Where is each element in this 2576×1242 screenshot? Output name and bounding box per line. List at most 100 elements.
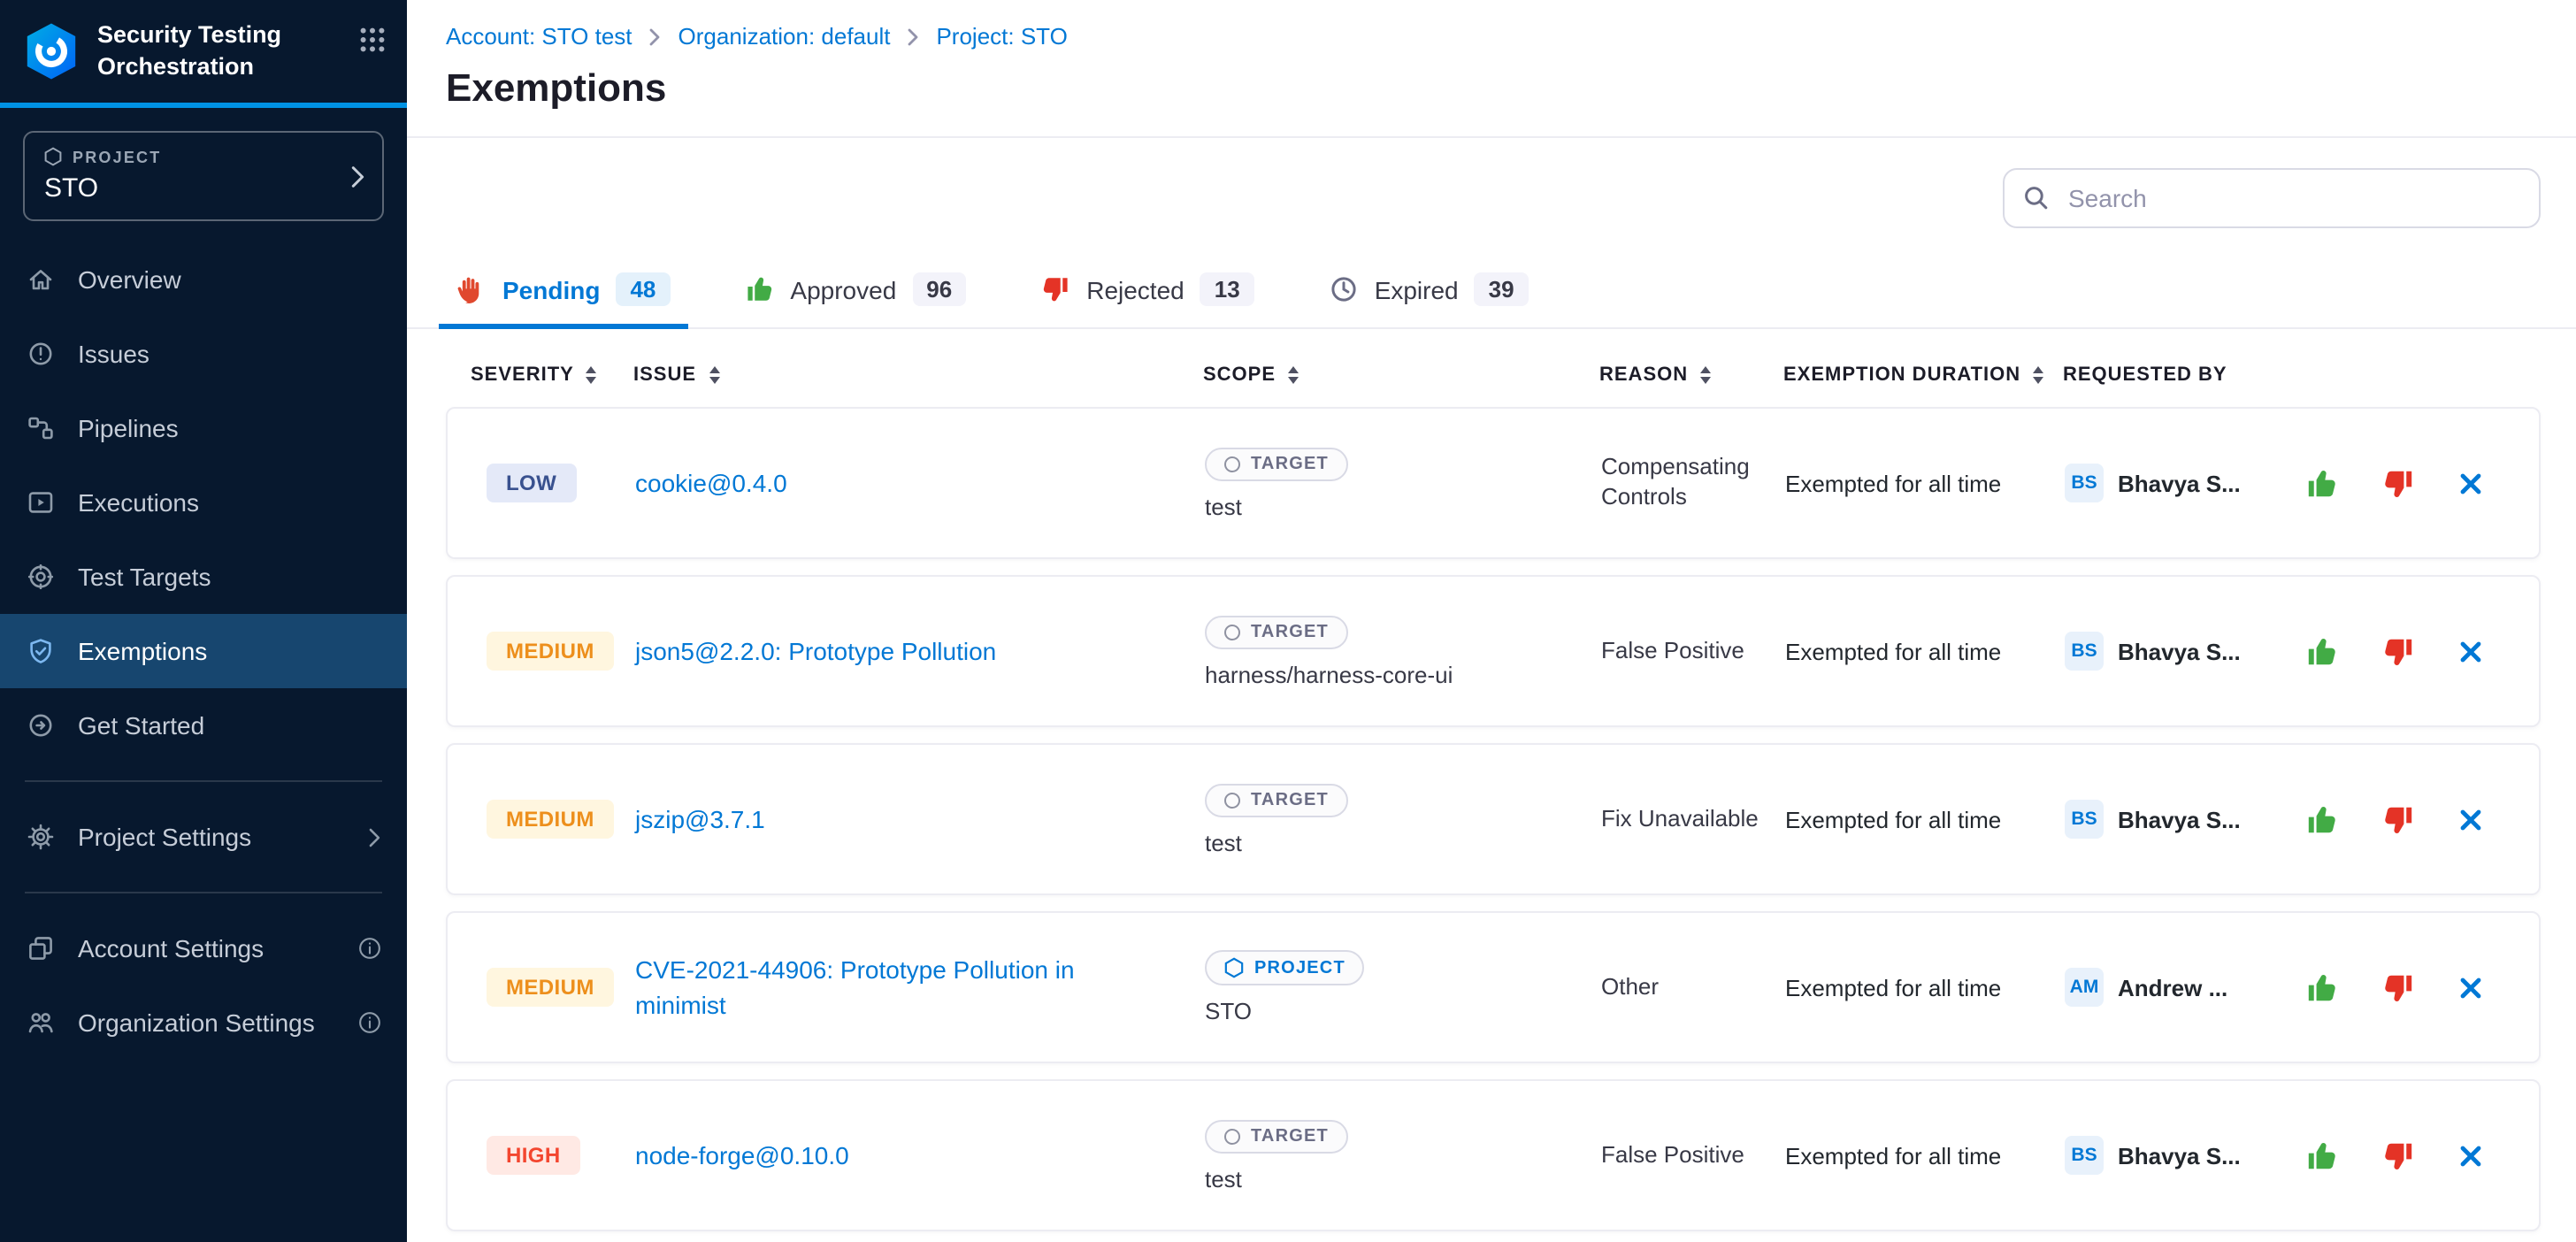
table-row: MEDIUM CVE-2021-44906: Prototype Polluti… (446, 911, 2541, 1063)
executions-icon (25, 488, 55, 517)
scope-pill: TARGET (1205, 447, 1348, 480)
avatar: BS (2065, 800, 2104, 839)
target-icon (25, 563, 55, 591)
app-switcher-icon[interactable] (359, 27, 386, 53)
issue-link[interactable]: node-forge@0.10.0 (635, 1141, 849, 1169)
sidebar-item-executions[interactable]: Executions (0, 465, 407, 540)
table-row: HIGH node-forge@0.10.0 TARGET test False… (446, 1079, 2541, 1231)
column-header-duration: EXEMPTION DURATION (1783, 364, 2020, 386)
search-icon (2022, 184, 2051, 212)
table-row: LOW cookie@0.4.0 TARGET test Compensatin… (446, 407, 2541, 559)
organization-icon (25, 1008, 55, 1037)
sidebar-item-label: Pipelines (78, 414, 179, 442)
reject-button[interactable] (2381, 1138, 2415, 1172)
approve-button[interactable] (2305, 802, 2339, 836)
reject-button[interactable] (2381, 466, 2415, 500)
search-box (2003, 168, 2541, 228)
scope-pill: PROJECT (1205, 950, 1365, 985)
breadcrumb-project[interactable]: Project: STO (936, 23, 1067, 50)
circle-arrow-icon (25, 711, 55, 740)
cancel-button[interactable] (2457, 638, 2484, 664)
breadcrumb-organization[interactable]: Organization: default (678, 23, 891, 50)
reason: False Positive (1601, 1140, 1785, 1170)
breadcrumb-account[interactable]: Account: STO test (446, 23, 632, 50)
info-icon[interactable] (357, 1010, 382, 1035)
approve-button[interactable] (2305, 970, 2339, 1004)
hand-icon (456, 274, 487, 304)
requested-by-name: Bhavya S... (2118, 638, 2241, 664)
sidebar-item-test-targets[interactable]: Test Targets (0, 540, 407, 614)
chevron-right-icon (366, 825, 382, 848)
tab-rejected[interactable]: Rejected 13 (1037, 251, 1257, 327)
sidebar-item-get-started[interactable]: Get Started (0, 688, 407, 763)
cancel-button[interactable] (2457, 1142, 2484, 1169)
approve-button[interactable] (2305, 1138, 2339, 1172)
tab-count-badge: 13 (1200, 272, 1254, 306)
issue-link[interactable]: CVE-2021-44906: Prototype Pollution in m… (635, 954, 1075, 1019)
tab-count-badge: 48 (616, 272, 670, 306)
table-row: MEDIUM json5@2.2.0: Prototype Pollution … (446, 575, 2541, 727)
sidebar-item-issues[interactable]: Issues (0, 317, 407, 391)
project-selector[interactable]: PROJECT STO (23, 131, 384, 221)
avatar: BS (2065, 464, 2104, 502)
scope-type-label: PROJECT (1254, 958, 1346, 978)
sidebar-nav: Overview Issues Pipelines Executions (0, 242, 407, 763)
sort-button[interactable] (1700, 366, 1711, 384)
approve-button[interactable] (2305, 466, 2339, 500)
page-title: Exemptions (446, 65, 2541, 111)
scope-type-label: TARGET (1251, 454, 1329, 473)
sort-button[interactable] (2033, 366, 2043, 384)
scope-name: test (1205, 493, 1242, 519)
home-icon (25, 265, 55, 294)
reason: False Positive (1601, 636, 1785, 666)
reject-button[interactable] (2381, 970, 2415, 1004)
layers-icon (25, 934, 55, 962)
project-icon (1224, 957, 1244, 978)
thumbs-up-icon (744, 274, 774, 304)
toolbar (407, 138, 2576, 251)
target-icon (1224, 456, 1240, 472)
reject-button[interactable] (2381, 634, 2415, 668)
sidebar-divider (25, 892, 382, 893)
search-input[interactable] (2065, 182, 2521, 214)
approve-button[interactable] (2305, 634, 2339, 668)
scope-pill: TARGET (1205, 783, 1348, 816)
requested-by-name: Bhavya S... (2118, 1142, 2241, 1169)
sort-button[interactable] (709, 366, 719, 384)
issue-link[interactable]: cookie@0.4.0 (635, 469, 787, 497)
main-content: Account: STO test Organization: default … (407, 0, 2576, 1242)
issue-link[interactable]: jszip@3.7.1 (635, 805, 765, 833)
tab-pending[interactable]: Pending 48 (453, 251, 673, 327)
issue-link[interactable]: json5@2.2.0: Prototype Pollution (635, 637, 996, 665)
exemption-duration: Exempted for all time (1785, 470, 2065, 496)
cancel-button[interactable] (2457, 806, 2484, 832)
exemption-duration: Exempted for all time (1785, 638, 2065, 664)
chevron-right-icon (906, 27, 920, 48)
scope-pill: TARGET (1205, 615, 1348, 648)
tab-label: Approved (790, 275, 896, 303)
tab-approved[interactable]: Approved 96 (740, 251, 970, 327)
reject-button[interactable] (2381, 802, 2415, 836)
sidebar-item-project-settings[interactable]: Project Settings (0, 800, 407, 874)
sidebar-item-account-settings[interactable]: Account Settings (0, 911, 407, 985)
page-header: Account: STO test Organization: default … (407, 0, 2576, 138)
scope-name: harness/harness-core-ui (1205, 661, 1453, 687)
cancel-button[interactable] (2457, 470, 2484, 496)
info-icon[interactable] (357, 936, 382, 961)
column-header-reason: REASON (1599, 364, 1688, 386)
harness-sto-logo (21, 20, 81, 80)
sidebar-item-label: Organization Settings (78, 1008, 315, 1037)
sidebar-item-pipelines[interactable]: Pipelines (0, 391, 407, 465)
tab-count-badge: 96 (912, 272, 966, 306)
sort-button[interactable] (1288, 366, 1299, 384)
sort-button[interactable] (586, 366, 597, 384)
shield-icon (25, 637, 55, 665)
severity-badge: MEDIUM (487, 968, 614, 1007)
project-label: PROJECT (73, 148, 161, 165)
tab-expired[interactable]: Expired 39 (1325, 251, 1532, 327)
cancel-button[interactable] (2457, 974, 2484, 1000)
sidebar-item-exemptions[interactable]: Exemptions (0, 614, 407, 688)
sidebar-item-overview[interactable]: Overview (0, 242, 407, 317)
sidebar-item-organization-settings[interactable]: Organization Settings (0, 985, 407, 1060)
column-header-issue: ISSUE (633, 364, 696, 386)
